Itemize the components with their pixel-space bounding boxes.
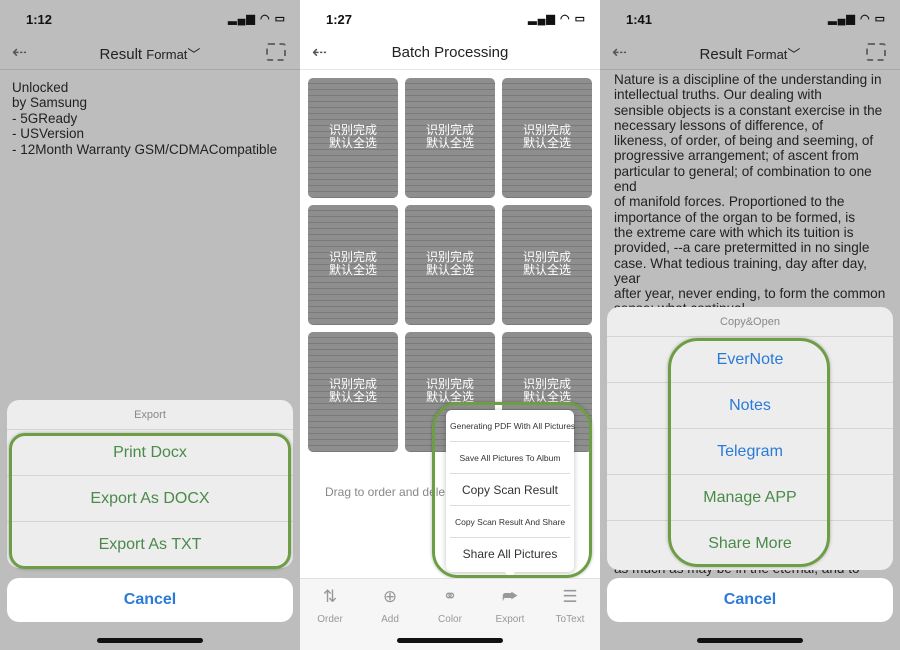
thumb-overlay: 识别完成 默认全选: [522, 250, 571, 277]
add-label: Add: [381, 614, 399, 625]
order-label: Order: [317, 614, 343, 625]
thumbnail[interactable]: 识别完成 默认全选: [308, 205, 398, 325]
result-text[interactable]: Nature is a discipline of the understand…: [614, 72, 892, 332]
sheet-title: Export: [7, 400, 293, 430]
sort-icon: ⇅: [322, 587, 338, 606]
copy-and-share-item[interactable]: Copy Scan Result And Share: [450, 506, 570, 538]
print-docx-button[interactable]: Print Docx: [7, 430, 293, 476]
export-docx-button[interactable]: Export As DOCX: [7, 476, 293, 522]
batch-processing-screen: 1:27 ▂▄▆ ◠ ▭ ⇠ Batch Processing 识别完成 默认全选…: [300, 0, 600, 650]
thumb-overlay: 识别完成 默认全选: [328, 250, 377, 277]
generate-pdf-item[interactable]: Generating PDF With All Pictures: [450, 410, 575, 442]
nav-bar: ⇠ Result Format﹀: [0, 36, 300, 70]
page-title: Batch Processing: [391, 44, 509, 61]
share-all-pictures-item[interactable]: Share All Pictures: [450, 538, 570, 570]
totext-label: ToText: [555, 614, 585, 625]
thumb-overlay: 识别完成 默认全选: [522, 123, 571, 150]
page-title: Result: [99, 46, 143, 63]
export-button[interactable]: ⮫ Export: [480, 587, 540, 625]
thumb-overlay: 识别完成 默认全选: [522, 377, 571, 404]
export-txt-button[interactable]: Export As TXT: [7, 522, 293, 568]
thumbnail[interactable]: 识别完成 默认全选: [405, 205, 495, 325]
color-circles-icon: ⚭: [442, 587, 458, 606]
scan-icon[interactable]: [866, 43, 886, 61]
color-button[interactable]: ⚭ Color: [420, 587, 480, 625]
status-bar: 1:12 ▂▄▆ ◠ ▭: [0, 10, 300, 28]
clock: 1:27: [326, 12, 353, 27]
signal-wifi-battery-icon: ▂▄▆ ◠ ▭: [528, 13, 586, 25]
copy-open-screen: 1:41 ▂▄▆ ◠ ▭ ⇠ Result Format﹀ Nature is a…: [600, 0, 900, 650]
thumb-overlay: 识别完成 默认全选: [425, 377, 474, 404]
telegram-button[interactable]: Telegram: [607, 429, 893, 475]
format-label: Format: [746, 47, 788, 62]
export-screen: 1:12 ▂▄▆ ◠ ▭ ⇠ Result Format﹀ Unlocked by…: [0, 0, 300, 650]
add-button[interactable]: ⊕ Add: [360, 587, 420, 625]
thumbnail[interactable]: 识别完成 默认全选: [308, 332, 398, 452]
status-bar: 1:27 ▂▄▆ ◠ ▭: [300, 10, 600, 28]
home-indicator: [97, 638, 203, 643]
order-button[interactable]: ⇅ Order: [300, 587, 360, 625]
export-label: Export: [495, 614, 525, 625]
signal-wifi-battery-icon: ▂▄▆ ◠ ▭: [828, 13, 886, 25]
save-to-album-item[interactable]: Save All Pictures To Album: [450, 442, 570, 474]
thumb-overlay: 识别完成 默认全选: [425, 250, 474, 277]
cancel-button[interactable]: Cancel: [607, 578, 893, 622]
share-icon: ⮫: [502, 587, 518, 606]
thumb-overlay: 识别完成 默认全选: [328, 377, 377, 404]
share-more-button[interactable]: Share More: [607, 521, 893, 567]
drag-hint: Drag to order and dele: [325, 485, 446, 499]
thumbnail[interactable]: 识别完成 默认全选: [308, 78, 398, 198]
thumbnail[interactable]: 识别完成 默认全选: [502, 78, 592, 198]
chevron-down-icon: ﹀: [187, 47, 201, 62]
thumbnail[interactable]: 识别完成 默认全选: [502, 205, 592, 325]
popup-arrow: [504, 571, 516, 578]
nav-bar: ⇠ Batch Processing: [300, 36, 600, 70]
nav-bar: ⇠ Result Format﹀: [600, 36, 900, 70]
chevron-down-icon: ﹀: [787, 47, 801, 62]
notes-button[interactable]: Notes: [607, 383, 893, 429]
thumb-overlay: 识别完成 默认全选: [328, 123, 377, 150]
format-selector[interactable]: Result Format﹀: [0, 44, 300, 63]
thumb-overlay: 识别完成 默认全选: [425, 123, 474, 150]
sheet-title: Copy&Open: [607, 307, 893, 337]
page-title: Result: [699, 46, 743, 63]
clock: 1:12: [26, 12, 53, 27]
copy-open-sheet: Copy&Open EverNote Notes Telegram Manage…: [607, 307, 893, 570]
cancel-button[interactable]: Cancel: [7, 578, 293, 622]
clock: 1:41: [626, 12, 653, 27]
plus-circle-icon: ⊕: [382, 587, 398, 606]
thumbnail[interactable]: 识别完成 默认全选: [405, 78, 495, 198]
lines-icon: ☰: [562, 587, 578, 606]
export-sheet: Export Print Docx Export As DOCX Export …: [7, 400, 293, 568]
format-selector[interactable]: Result Format﹀: [600, 44, 900, 63]
manage-app-button[interactable]: Manage APP: [607, 475, 893, 521]
scan-icon[interactable]: [266, 43, 286, 61]
evernote-button[interactable]: EverNote: [607, 337, 893, 383]
result-text[interactable]: Unlocked by Samsung - 5GReady - USVersio…: [12, 80, 292, 157]
totext-button[interactable]: ☰ ToText: [540, 587, 600, 625]
format-label: Format: [146, 47, 188, 62]
export-menu: Generating PDF With All Pictures Save Al…: [446, 410, 575, 572]
signal-wifi-battery-icon: ▂▄▆ ◠ ▭: [228, 13, 286, 25]
status-bar: 1:41 ▂▄▆ ◠ ▭: [600, 10, 900, 28]
home-indicator: [697, 638, 803, 643]
color-label: Color: [438, 614, 462, 625]
home-indicator: [397, 638, 503, 643]
copy-scan-result-item[interactable]: Copy Scan Result: [450, 474, 570, 506]
